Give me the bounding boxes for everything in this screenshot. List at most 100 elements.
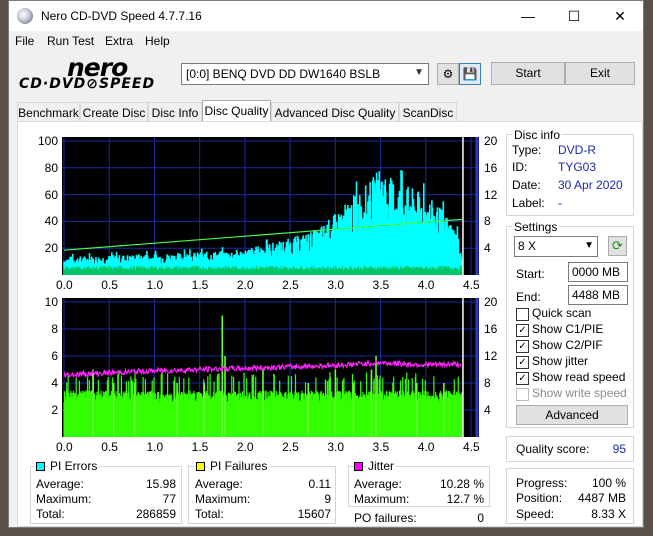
tab-create-disc[interactable]: Create Disc [80,102,148,122]
y-right-tick-label: 4 [484,403,491,417]
eject-icon[interactable]: ⚙ [437,63,459,85]
jitter-title: Jitter [366,459,397,473]
speed-label: Speed: [516,507,555,521]
y-right-tick-label: 16 [484,160,498,175]
end-field[interactable]: 4488 MB [568,285,628,305]
save-icon[interactable]: 💾 [459,63,481,85]
y-left-tick-label: 8 [51,322,58,336]
po-failures-label: PO failures: [354,511,417,525]
show-c1pie-checkbox[interactable]: ✓ [516,324,529,337]
start-button[interactable]: Start [491,62,565,85]
close-button[interactable]: ✕ [597,1,643,31]
jitter-max-label: Maximum: [354,492,410,506]
menu-bar: File Run Test Extra Help [9,31,643,51]
x-tick-label: 4.5 [463,440,480,454]
x-tick-label: 3.5 [372,278,390,292]
tab-benchmark[interactable]: Benchmark [17,102,80,122]
chevron-down-icon: ▼ [584,240,594,251]
show-read-speed-checkbox[interactable]: ✓ [516,372,529,385]
y-right-tick-label: 12 [484,187,498,202]
x-tick-label: 1.0 [146,278,164,292]
menu-file[interactable]: File [15,34,34,48]
exit-button[interactable]: Exit [565,62,635,85]
pi-errors-avg: 15.98 [145,477,176,491]
x-tick-label: 3.0 [327,440,345,454]
disc-id-value: TYG03 [558,160,597,174]
show-write-speed-checkbox[interactable] [516,388,529,401]
pi-failures-avg: 0.11 [308,477,331,491]
settings-title: Settings [512,220,560,234]
y-right-tick-label: 12 [484,349,498,363]
x-tick-label: 0.5 [101,278,118,292]
x-tick-label: 4.5 [463,278,480,292]
y-left-tick-label: 4 [51,376,58,390]
quick-scan-checkbox[interactable] [516,308,529,321]
y-right-tick-label: 4 [484,241,491,256]
pi-failures-swatch [196,462,205,471]
show-c2pif-label: Show C2/PIF [532,338,603,352]
pi-failures-title: PI Failures [208,459,270,473]
jitter-avg-label: Average: [354,477,402,491]
y-left-tick-label: 6 [51,349,58,363]
tab-advanced-disc-quality[interactable]: Advanced Disc Quality [271,102,399,122]
menu-help[interactable]: Help [145,34,170,48]
tab-disc-quality[interactable]: Disc Quality [202,100,271,123]
pi-failures-chart-svg [62,298,479,437]
tab-scandisc[interactable]: ScanDisc [399,102,457,122]
menu-extra[interactable]: Extra [105,34,133,48]
y-left-tick-label: 80 [44,160,58,175]
menu-run-test[interactable]: Run Test [47,34,94,48]
speed-select[interactable]: 8 X ▼ [514,236,598,257]
app-window: Nero CD-DVD Speed 4.7.7.16 — ☐ ✕ File Ru… [8,0,644,528]
pi-failures-total: 15607 [297,507,331,521]
pi-errors-avg-label: Average: [36,477,84,491]
drive-select[interactable]: [0:0] BENQ DVD DD DW1640 BSLB ▼ [181,63,429,85]
po-failures-value: 0 [477,511,484,525]
y-right-tick-label: 8 [484,214,491,229]
x-tick-label: 4.0 [417,278,435,292]
y-left-tick-label: 2 [51,403,58,417]
x-tick-label: 2.5 [282,440,299,454]
x-tick-label: 1.5 [191,278,209,292]
y-left-tick-label: 10 [44,295,58,309]
advanced-button[interactable]: Advanced [516,405,628,425]
show-jitter-checkbox[interactable]: ✓ [516,356,529,369]
pi-errors-max: 77 [162,492,176,506]
minimize-button[interactable]: — [505,1,551,31]
pi-errors-swatch [36,462,45,471]
disc-label-value: - [558,196,562,210]
disc-label-label: Label: [512,196,545,210]
disc-info-title: Disc info [512,128,563,142]
quality-score-value: 95 [612,442,626,456]
tab-disc-info[interactable]: Disc Info [148,102,202,122]
show-write-speed-label: Show write speed [532,386,627,400]
position-label: Position: [516,491,563,505]
logo-cd-dvd-speed-text: CD·DVD⊘SPEED [19,76,156,92]
y-left-tick-label: 40 [44,214,58,229]
x-tick-label: 1.0 [146,440,164,454]
show-c2pif-checkbox[interactable]: ✓ [516,340,529,353]
jitter-avg: 10.28 % [439,477,484,491]
disc-id-label: ID: [512,160,528,174]
pi-errors-total: 286859 [135,507,176,521]
pi-failures-chart [62,298,479,437]
disc-type-value: DVD-R [558,143,596,157]
y-right-tick-label: 20 [484,295,498,309]
x-tick-label: 2.5 [282,278,299,292]
pi-errors-chart-svg [62,137,479,275]
pi-failures-max: 9 [324,492,331,506]
pi-errors-title: PI Errors [48,459,100,473]
progress-value: 100 % [591,476,626,490]
start-field[interactable]: 0000 MB [568,262,628,282]
title-bar: Nero CD-DVD Speed 4.7.7.16 — ☐ ✕ [9,1,643,31]
y-right-tick-label: 8 [484,376,491,390]
pi-errors-total-label: Total: [36,507,65,521]
pi-errors-chart [62,137,479,275]
y-left-tick-label: 60 [44,187,58,202]
nero-logo: nero CD·DVD⊘SPEED [19,53,169,95]
y-left-tick-label: 20 [44,241,58,256]
maximize-button[interactable]: ☐ [551,1,597,31]
show-c1pie-label: Show C1/PIE [532,322,604,336]
quick-scan-label: Quick scan [532,306,592,320]
refresh-icon[interactable]: ⟳ [608,236,627,256]
